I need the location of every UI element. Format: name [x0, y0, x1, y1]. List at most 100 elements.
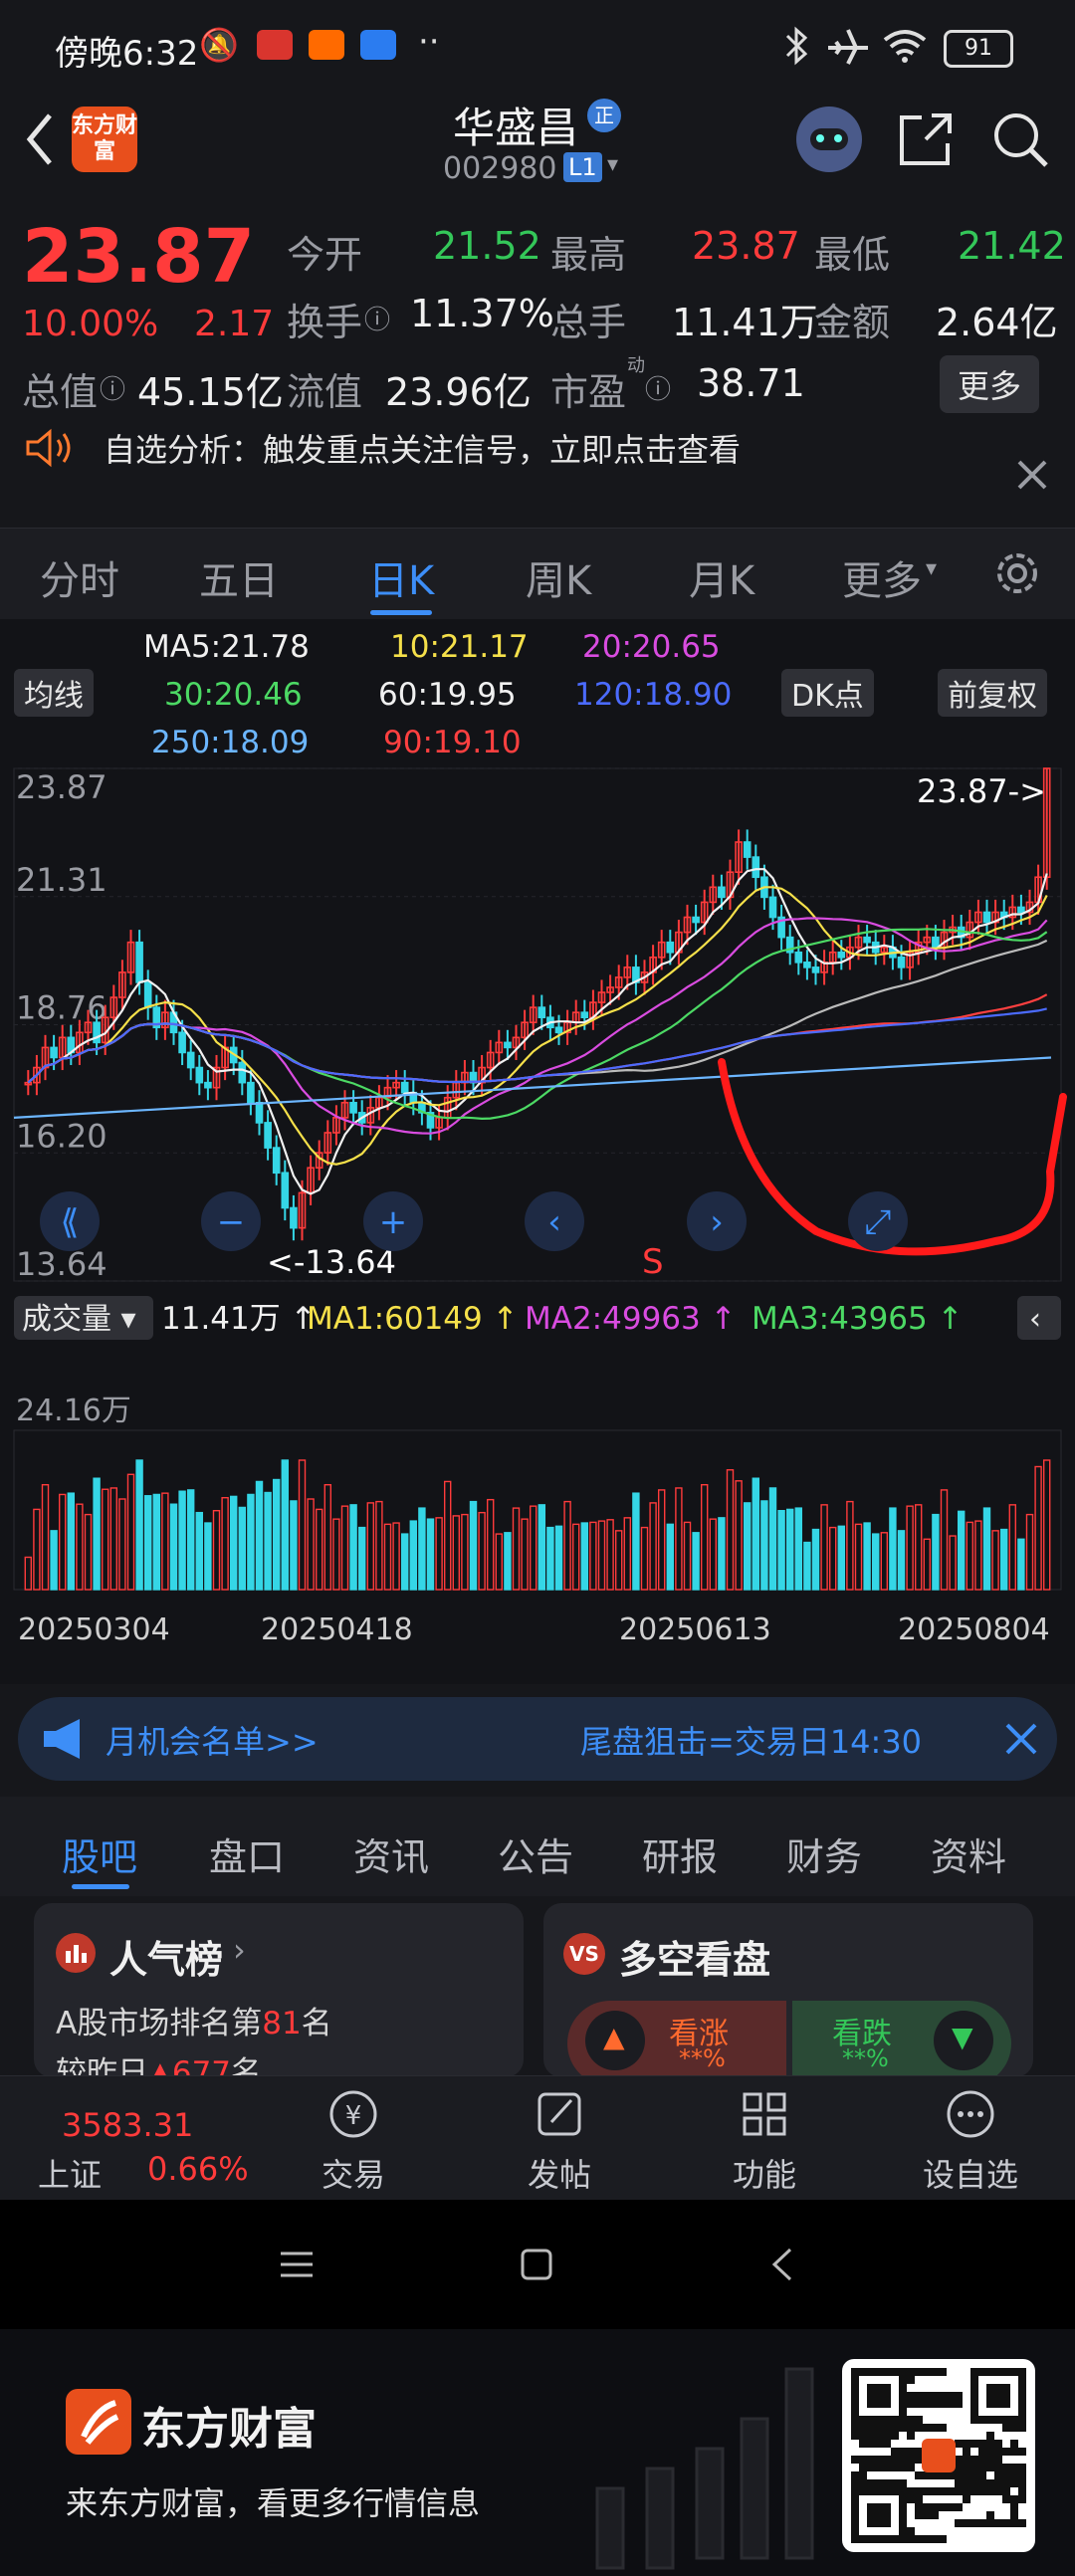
qr-module: [851, 2535, 859, 2543]
qr-module: [883, 2400, 891, 2408]
tab-monthly-k[interactable]: 月K: [689, 548, 754, 606]
qr-module: [1002, 2392, 1010, 2400]
back-icon[interactable]: [768, 2246, 794, 2283]
bull-button[interactable]: ▲ 看涨 **%: [567, 2001, 786, 2077]
menu-icon[interactable]: [279, 2250, 315, 2279]
ma10-value: 10:21.17: [390, 629, 529, 665]
tab-orderbook[interactable]: 盘口: [209, 1826, 285, 1881]
qr-module: [915, 2400, 923, 2408]
qr-module: [1018, 2368, 1026, 2376]
ma250-line: [13, 1056, 1052, 1119]
candle: [743, 841, 752, 858]
tab-daily-k[interactable]: 日K: [368, 548, 434, 606]
tab-announcements[interactable]: 公告: [498, 1826, 573, 1881]
qr-module: [907, 2495, 915, 2503]
index-name[interactable]: 上证: [38, 2150, 102, 2196]
tab-forum[interactable]: 股吧: [62, 1826, 137, 1881]
qr-module: [1010, 2416, 1018, 2424]
volume-bar: [880, 1532, 889, 1591]
candle: [752, 856, 760, 879]
tab-intraday[interactable]: 分时: [40, 548, 119, 606]
status-bar: 傍晚6:32 🔕 ·· 91: [0, 0, 1075, 95]
banner-right-text[interactable]: 尾盘狙击=交易日14:30: [580, 1717, 922, 1763]
qr-module: [891, 2527, 899, 2535]
volume-bar: [554, 1525, 563, 1591]
qr-module: [1018, 2495, 1026, 2503]
qr-module: [963, 2456, 970, 2464]
chart-control-button[interactable]: ›: [687, 1191, 747, 1251]
info-icon[interactable]: ⓘ: [645, 369, 671, 406]
chevron-right-icon[interactable]: ›: [233, 1931, 246, 1969]
chart-control-button[interactable]: ⟪: [40, 1191, 100, 1251]
tab-profile[interactable]: 资料: [931, 1826, 1006, 1881]
qr-module: [907, 2535, 915, 2543]
settings-gear-icon[interactable]: [990, 546, 1044, 600]
qr-module: [859, 2368, 867, 2376]
qr-module: [915, 2416, 923, 2424]
close-icon[interactable]: [1003, 1721, 1039, 1757]
adjust-button[interactable]: 前复权: [938, 669, 1047, 717]
qr-module: [859, 2440, 867, 2448]
promo-banner[interactable]: 月机会名单>> 尾盘狙击=交易日14:30: [18, 1697, 1057, 1781]
chart-control-button[interactable]: −: [201, 1191, 261, 1251]
tab-five-day[interactable]: 五日: [199, 548, 279, 606]
qr-module: [939, 2392, 947, 2400]
long-short-card[interactable]: VS 多空看盘 ▲ 看涨 **% 看跌 **% ▼: [543, 1903, 1033, 2077]
volume-bar: [264, 1491, 272, 1591]
search-icon[interactable]: [990, 109, 1050, 169]
home-icon[interactable]: [520, 2248, 553, 2281]
pe-sup: 动: [627, 355, 645, 376]
share-icon[interactable]: [896, 109, 956, 169]
ma-select[interactable]: 均线: [14, 669, 94, 717]
kline-chart[interactable]: MA5:21.78 10:21.17 20:20.65 30:20.46 60:…: [0, 619, 1075, 1684]
wifi-icon: [883, 30, 927, 63]
bear-button[interactable]: 看跌 **% ▼: [792, 2001, 1011, 2077]
robot-assistant-icon[interactable]: [796, 107, 862, 172]
close-icon[interactable]: [1015, 458, 1049, 492]
volume-ma1: MA1:60149 ↑: [307, 1301, 519, 1337]
chevron-down-icon[interactable]: ▾: [607, 152, 618, 177]
qr-module: [875, 2392, 883, 2400]
qr-module: [875, 2527, 883, 2535]
nav-trade[interactable]: ¥ 交易: [279, 2076, 428, 2196]
candle: [247, 1081, 255, 1104]
qr-module: [970, 2479, 978, 2487]
nav-add-watchlist[interactable]: 设自选: [896, 2076, 1045, 2196]
volume-bar: [846, 1500, 854, 1591]
tab-weekly-k[interactable]: 周K: [526, 548, 591, 606]
qr-module: [963, 2440, 970, 2448]
qr-module: [939, 2471, 947, 2479]
info-icon[interactable]: ⓘ: [100, 369, 125, 406]
tab-more[interactable]: 更多: [842, 548, 922, 606]
qr-module: [883, 2416, 891, 2424]
tab-research[interactable]: 研报: [642, 1826, 718, 1881]
back-icon[interactable]: [20, 109, 60, 169]
banner-left-text[interactable]: 月机会名单>>: [106, 1717, 319, 1763]
index-value[interactable]: 3583.31: [62, 2106, 193, 2144]
nav-post[interactable]: 发帖: [485, 2076, 634, 2196]
volume-select-label: 成交量 ▾: [22, 1302, 136, 1337]
tab-financials[interactable]: 财务: [786, 1826, 862, 1881]
nav-functions[interactable]: 功能: [690, 2076, 839, 2196]
chart-control-button[interactable]: +: [363, 1191, 423, 1251]
qr-module: [1010, 2479, 1018, 2487]
popularity-card[interactable]: 人气榜 › A股市场排名第81名 较昨日▲677名: [34, 1903, 524, 2077]
level-badge[interactable]: L1: [563, 152, 602, 182]
notice-text[interactable]: 自选分析：触发重点关注信号，立即点击查看: [104, 425, 741, 471]
dk-button[interactable]: DK点: [781, 669, 874, 717]
info-icon[interactable]: ⓘ: [364, 300, 390, 336]
qr-module: [994, 2376, 1002, 2384]
index-percent[interactable]: 0.66%: [147, 2150, 249, 2188]
qr-module: [899, 2456, 907, 2464]
qr-module: [891, 2400, 899, 2408]
tab-news[interactable]: 资讯: [353, 1826, 429, 1881]
promo-brand: 东方财富: [141, 2404, 317, 2455]
volume-bar: [940, 1489, 949, 1591]
qr-module: [851, 2487, 859, 2495]
volume-bar: [118, 1498, 126, 1591]
volume-bar: [906, 1505, 914, 1591]
chart-control-button[interactable]: ⤢: [848, 1191, 908, 1251]
chart-control-button[interactable]: ‹: [525, 1191, 584, 1251]
more-button[interactable]: 更多: [940, 355, 1040, 413]
qr-module: [1002, 2464, 1010, 2471]
